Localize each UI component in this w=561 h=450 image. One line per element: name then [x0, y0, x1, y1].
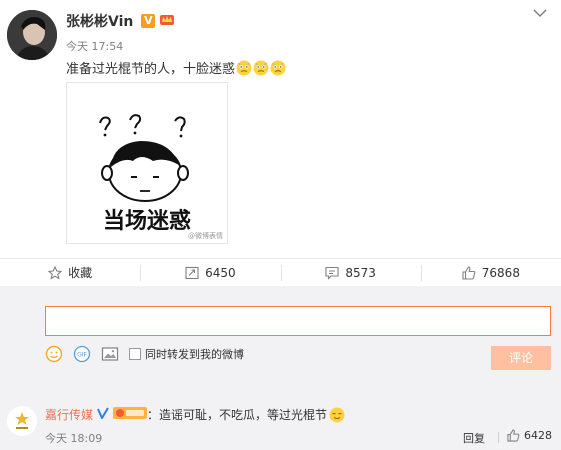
like-count: 76868	[481, 265, 520, 280]
comment-like-count: 6428	[524, 429, 552, 442]
repost-checkbox[interactable]	[129, 348, 141, 360]
confused-emoji-icon	[270, 60, 286, 75]
sticker-caption: 当场迷惑	[103, 209, 191, 234]
comment-icon	[325, 266, 339, 280]
divider	[498, 432, 499, 443]
comment-input[interactable]	[45, 306, 551, 336]
comment-line: 嘉行传媒 ： 造谣可耻，不吃瓜，等过光棍节	[45, 406, 345, 423]
like-button[interactable]: 76868	[420, 259, 561, 286]
comment-item: 嘉行传媒 ： 造谣可耻，不吃瓜，等过光棍节 今天 18:09 回复 6428	[0, 394, 561, 450]
verified-badge: V	[141, 14, 156, 28]
confused-sticker-image: 当场迷惑	[99, 114, 191, 234]
gif-icon[interactable]: GIF	[73, 345, 91, 363]
thumbs-up-icon	[507, 429, 520, 442]
author-avatar[interactable]	[7, 10, 57, 60]
repost-option[interactable]: 同时转发到我的微博	[129, 346, 244, 362]
image-icon[interactable]	[101, 345, 119, 363]
smug-emoji-icon	[329, 407, 345, 422]
commenter-avatar[interactable]	[7, 406, 37, 436]
repost-icon	[185, 266, 199, 280]
repost-count: 6450	[205, 265, 236, 280]
confused-emoji-icon	[253, 60, 269, 75]
weibo-post: 张彬彬Vin V 今天 17:54 准备过光棍节的人，十脸迷惑 当场迷惑 @微博…	[0, 0, 561, 258]
svg-text:GIF: GIF	[77, 352, 87, 359]
confused-emoji-icon	[236, 60, 252, 75]
thumbs-up-icon	[462, 265, 476, 280]
repost-option-label: 同时转发到我的微博	[145, 348, 244, 361]
star-icon	[48, 265, 63, 280]
chevron-down-icon[interactable]	[533, 8, 547, 18]
favorite-button[interactable]: 收藏	[0, 259, 140, 286]
verified-blue-icon	[97, 407, 109, 422]
author-line: 张彬彬Vin V	[66, 11, 175, 31]
comment-text: 造谣可耻，不吃瓜，等过光棍节	[159, 408, 328, 422]
post-time[interactable]: 今天 17:54	[66, 38, 123, 54]
reply-button[interactable]: 回复	[463, 430, 485, 446]
post-content: 准备过光棍节的人，十脸迷惑	[66, 58, 286, 77]
comment-like-button[interactable]: 6428	[507, 429, 552, 442]
action-bar: 收藏 6450 8573 76868	[0, 258, 561, 293]
repost-button[interactable]: 6450	[140, 259, 280, 286]
member-badge-icon	[113, 406, 148, 423]
submit-comment-button[interactable]: 评论	[491, 346, 551, 370]
image-watermark: @微博表情	[188, 232, 223, 240]
smiley-icon[interactable]	[45, 345, 63, 363]
post-image[interactable]: 当场迷惑 @微博表情	[66, 82, 228, 244]
comment-count: 8573	[345, 265, 376, 280]
post-text: 准备过光棍节的人，十脸迷惑	[66, 62, 236, 77]
comment-panel: GIF 同时转发到我的微博 评论 嘉行传媒 ： 造谣可耻，不吃瓜，等过光棍节 今…	[0, 286, 561, 450]
comment-separator: ：	[147, 408, 160, 422]
comment-button[interactable]: 8573	[280, 259, 421, 293]
favorite-label: 收藏	[68, 266, 93, 280]
commenter-name[interactable]: 嘉行传媒	[45, 406, 93, 423]
composer-toolbar: GIF 同时转发到我的微博	[45, 344, 244, 364]
author-name[interactable]: 张彬彬Vin	[66, 11, 133, 31]
comment-time: 今天 18:09	[45, 432, 103, 445]
vip-crown-icon	[159, 12, 175, 30]
